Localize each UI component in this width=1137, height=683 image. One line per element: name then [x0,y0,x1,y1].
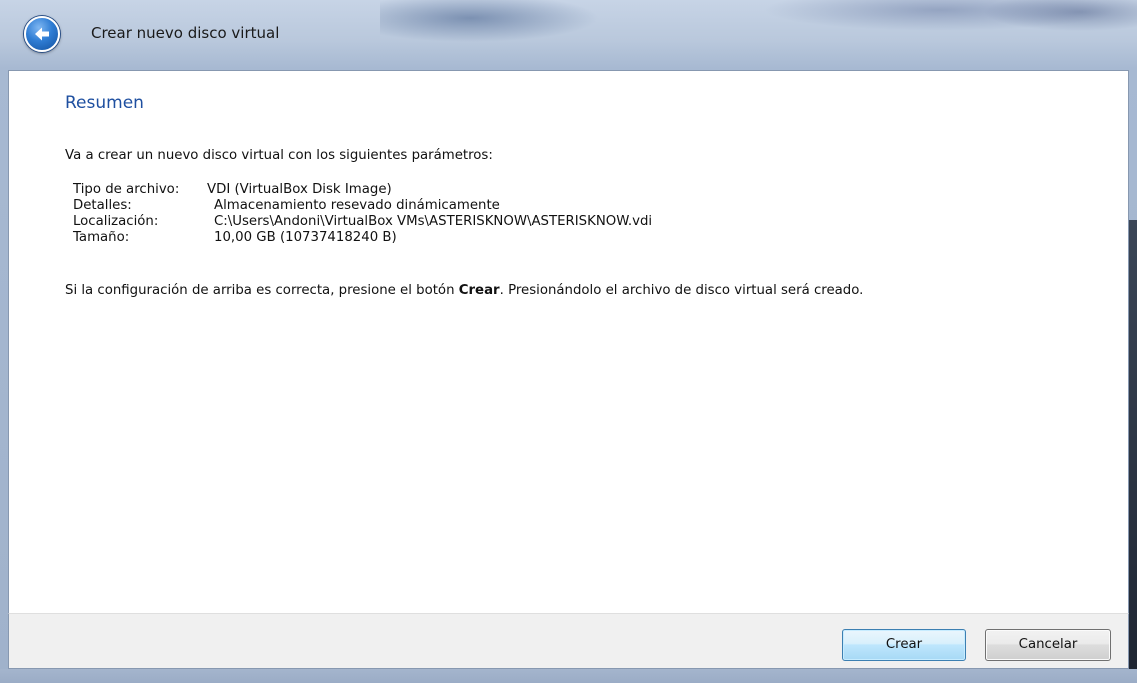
param-value: VDI (VirtualBox Disk Image) [207,182,392,197]
param-value: 10,00 GB (10737418240 B) [214,230,397,245]
window-title: Crear nuevo disco virtual [91,24,280,42]
wizard-content: Resumen Va a crear un nuevo disco virtua… [8,70,1129,613]
param-value: Almacenamiento resevado dinámicamente [214,198,500,213]
cancel-button[interactable]: Cancelar [985,629,1111,661]
page-title: Resumen [65,93,144,113]
confirmation-text: Si la configuración de arriba es correct… [65,283,863,298]
confirmation-text-start: Si la configuración de arriba es correct… [65,283,459,298]
param-label: Tamaño: [73,230,130,245]
intro-text: Va a crear un nuevo disco virtual con lo… [65,148,493,163]
param-label: Tipo de archivo: [73,182,180,197]
param-value: C:\Users\Andoni\VirtualBox VMs\ASTERISKN… [214,214,653,229]
param-label: Localización: [73,214,159,229]
param-label: Detalles: [73,198,132,213]
create-button[interactable]: Crear [842,629,966,661]
window-bottom-edge [0,669,1137,683]
button-bar: Crear Cancelar [8,613,1129,669]
confirmation-text-button-name: Crear [458,283,500,298]
back-button[interactable] [24,16,60,52]
back-arrow-icon [35,27,49,41]
confirmation-text-end: . Presionándolo el archivo de disco virt… [499,283,864,298]
background-window-edge [1129,220,1137,669]
wizard-titlebar: Crear nuevo disco virtual [8,0,1137,70]
